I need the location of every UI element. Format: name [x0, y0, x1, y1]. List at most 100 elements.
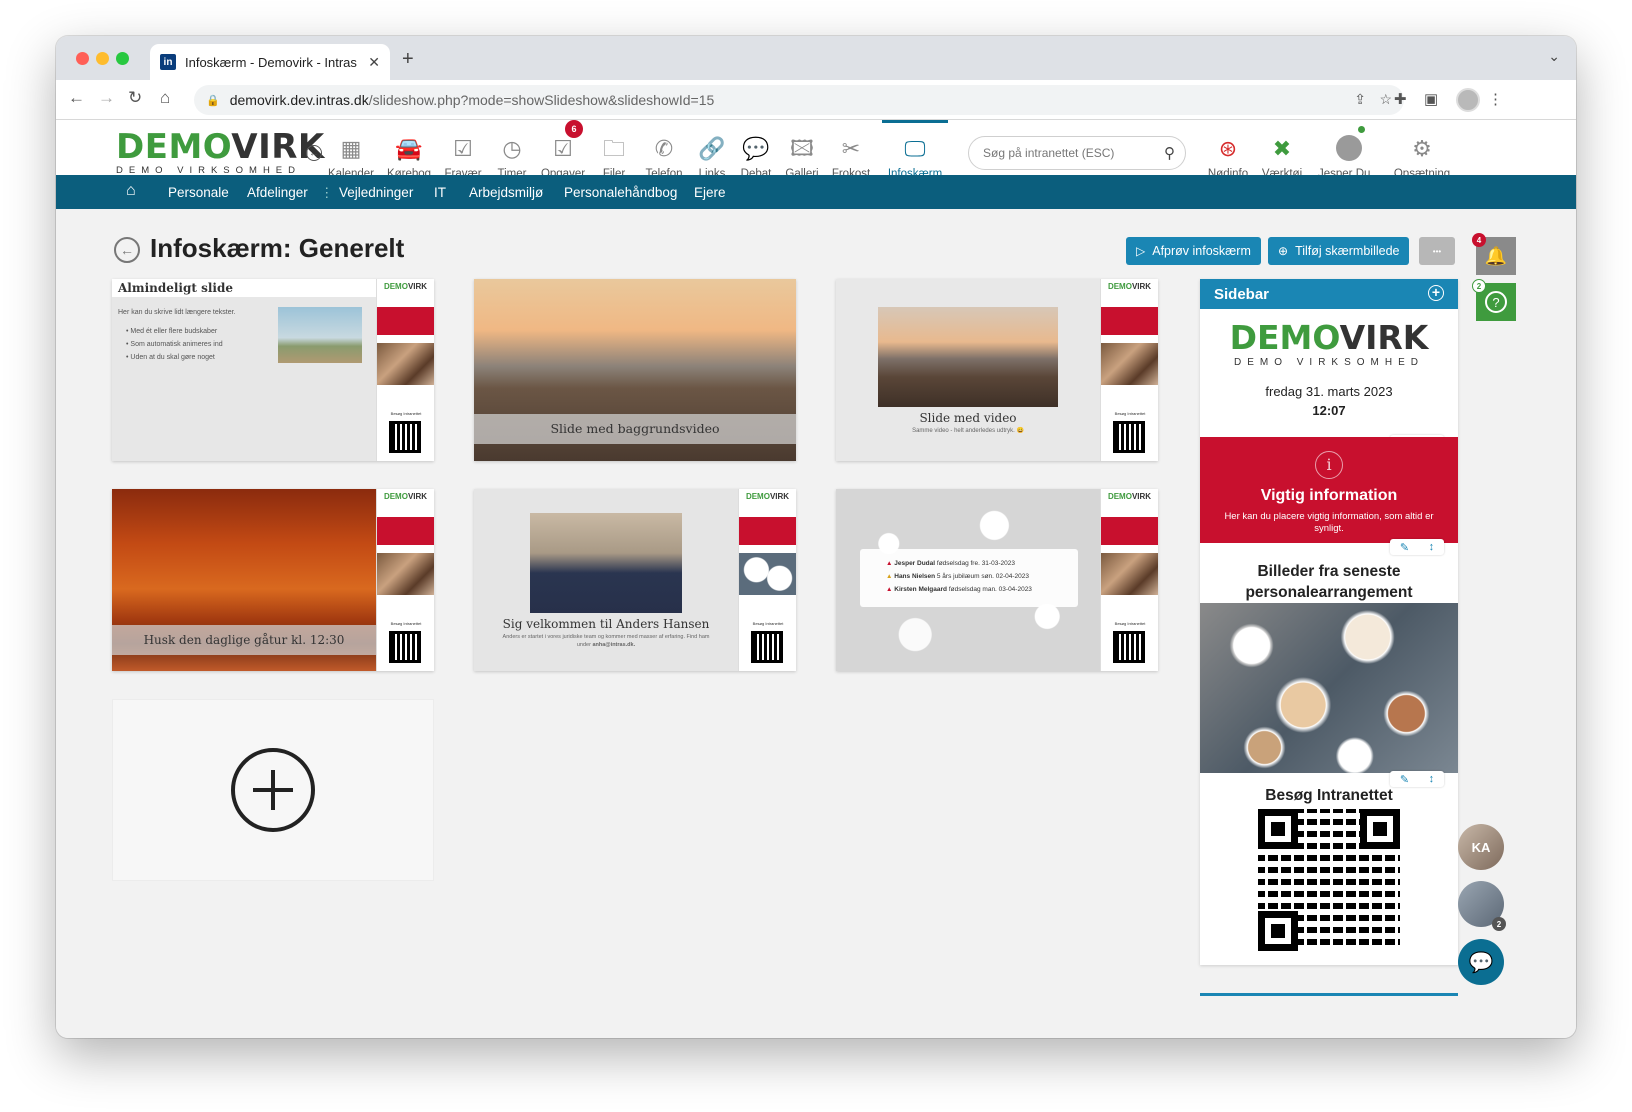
forward-arrow-icon[interactable]: →: [98, 88, 115, 108]
search-placeholder: Søg på intranettet (ESC): [983, 146, 1115, 160]
qr-code: [1258, 809, 1400, 951]
main-navigation: ⌂ Personale Afdelinger ⋮ Vejledninger IT…: [56, 175, 1576, 209]
user-avatar-icon: [1336, 135, 1362, 161]
back-arrow-icon[interactable]: ←: [68, 88, 85, 108]
help-icon: ?: [1485, 291, 1507, 313]
add-screen-button[interactable]: ⊕ Tilføj skærmbillede: [1268, 237, 1410, 265]
move-icon[interactable]: ↕: [1429, 541, 1435, 553]
cutlery-icon: ✂: [841, 136, 861, 161]
slide-caption: Slide med video: [919, 411, 1017, 425]
slide-sidebar-preview: DEMOVIRK Besøg Intranettet: [376, 279, 434, 461]
bell-icon: 🔔: [1484, 245, 1508, 266]
sidebar-logo: DEMOVIRK DEMO VIRKSOMHED: [1229, 318, 1429, 368]
slide-title: Almindeligt slide: [118, 281, 234, 295]
slide-card[interactable]: ▲ Jesper Dudal fødselsdag fre. 31-03-202…: [836, 489, 1158, 671]
group-chat-badge: 2: [1492, 917, 1506, 931]
search-input[interactable]: Søg på intranettet (ESC) ⚲: [968, 136, 1186, 170]
tab-list-chevron-icon[interactable]: ⌄: [1548, 48, 1560, 65]
browser-tab[interactable]: in Infoskærm - Demovirk - Intras ✕: [150, 44, 390, 80]
nav-item-personalehandbog[interactable]: Personalehåndbog: [564, 185, 677, 200]
sidebar-time: 12:07: [1312, 403, 1346, 418]
share-icon[interactable]: ⇪: [1354, 91, 1366, 108]
try-infoscreen-button[interactable]: ▷ Afprøv infoskærm: [1126, 237, 1261, 265]
zoom-window-button[interactable]: [116, 52, 129, 65]
nav-item-it[interactable]: IT: [434, 185, 446, 200]
chat-bubbles-icon: 💬: [1468, 951, 1494, 974]
nav-item-vejledninger[interactable]: Vejledninger: [339, 185, 413, 200]
search-icon[interactable]: ⚲: [1164, 144, 1175, 162]
link-icon: 🔗: [698, 136, 726, 161]
chat-button[interactable]: 💬: [1458, 939, 1504, 985]
add-circle-icon[interactable]: [231, 748, 315, 832]
new-tab-icon[interactable]: +: [402, 48, 414, 71]
help-badge: 2: [1472, 279, 1486, 293]
extensions-icon[interactable]: ✚: [1394, 90, 1407, 108]
slide-sidebar-preview: DEMOVIRK Besøg Intranettet: [738, 489, 796, 671]
slide-card[interactable]: Slide med video Samme video - helt ander…: [836, 279, 1158, 461]
profile-avatar[interactable]: [1456, 88, 1480, 112]
add-widget-icon[interactable]: +: [1428, 285, 1444, 301]
bullet-item: • Som automatisk animeres ind: [126, 341, 223, 348]
button-label: Afprøv infoskærm: [1152, 244, 1251, 258]
sidebar-date: fredag 31. marts 2023: [1265, 384, 1393, 399]
slide-card[interactable]: Almindeligt slide Her kan du skrive lidt…: [112, 279, 434, 461]
back-icon[interactable]: ←: [114, 237, 140, 263]
main-content: ← Infoskærm: Generelt ▷ Afprøv infoskærm …: [56, 209, 1576, 1038]
slide-image: [278, 307, 362, 363]
tasks-badge: 6: [565, 120, 583, 138]
user-chat-avatar[interactable]: KA: [1458, 824, 1504, 870]
events-list: ▲ Jesper Dudal fødselsdag fre. 31-03-202…: [860, 549, 1078, 607]
widget-tools: ✎↕: [1390, 539, 1444, 555]
url-field[interactable]: 🔒 demovirk.dev.intras.dk/slideshow.php?m…: [194, 85, 1404, 115]
home-icon[interactable]: ⌂: [160, 88, 170, 108]
lock-icon: 🔒: [206, 94, 220, 107]
image-icon: 🖾: [790, 136, 814, 161]
bullet-item: • Uden at du skal gøre noget: [126, 354, 215, 361]
bookmark-star-icon[interactable]: ☆: [1379, 91, 1392, 108]
chat-icon: 💬: [742, 136, 770, 161]
edit-icon[interactable]: ✎: [1400, 773, 1409, 786]
phone-icon: ✆: [654, 136, 674, 161]
lifebuoy-icon: ⊛: [1218, 136, 1238, 161]
slide-card[interactable]: Sig velkommen til Anders Hansen Anders e…: [474, 489, 796, 671]
slide-caption: Slide med baggrundsvideo: [550, 421, 720, 436]
browser-tab-bar: in Infoskærm - Demovirk - Intras ✕ + ⌄: [56, 36, 1576, 80]
close-tab-icon[interactable]: ✕: [368, 54, 380, 71]
slide-caption: Husk den daglige gåtur kl. 12:30: [143, 633, 345, 647]
home-icon[interactable]: ⌂: [126, 182, 136, 200]
company-logo[interactable]: DEMOVIRK DEMO VIRKSOMHED: [116, 130, 325, 176]
browser-menu-icon[interactable]: ⋮: [1488, 90, 1503, 108]
monitor-icon: 🖵: [904, 136, 926, 161]
slide-subtext: Samme video - helt anderledes udtryk. 😀: [912, 428, 1024, 434]
nav-item-personale[interactable]: Personale: [168, 185, 229, 200]
slide-text: Her kan du skrive lidt længere tekster.: [118, 309, 236, 316]
more-icon: •••: [1432, 246, 1442, 256]
slide-card[interactable]: Slide med baggrundsvideo: [474, 279, 796, 461]
nav-item-ejere[interactable]: Ejere: [694, 185, 726, 200]
car-icon: 🚘: [395, 136, 423, 161]
avatar-initials: KA: [1471, 839, 1491, 855]
info-title: Vigtig information: [1260, 487, 1398, 504]
trophy-icon: ▲: [886, 573, 893, 580]
tab-title: Infoskærm - Demovirk - Intras: [185, 54, 357, 70]
sidebar-bottom-bar: [1200, 993, 1458, 996]
nav-item-arbejdsmiljo[interactable]: Arbejdsmiljø: [469, 185, 543, 200]
slide-card[interactable]: Husk den daglige gåtur kl. 12:30 DEMOVIR…: [112, 489, 434, 671]
add-slide-card[interactable]: [112, 699, 434, 881]
reload-icon[interactable]: ↻: [128, 88, 142, 108]
info-text: Her kan du placere vigtig information, s…: [1224, 511, 1434, 534]
url-path: /slideshow.php?mode=showSlideshow&slides…: [368, 92, 715, 108]
folder-icon: 🗀: [602, 136, 625, 161]
collapse-arrow-icon[interactable]: ←: [306, 145, 322, 161]
slide-portrait-image: [530, 513, 682, 613]
qr-title: Besøg Intranettet: [1265, 787, 1393, 804]
move-icon[interactable]: ↕: [1429, 773, 1435, 785]
nav-item-afdelinger[interactable]: Afdelinger: [247, 185, 308, 200]
more-options-button[interactable]: •••: [1419, 237, 1455, 265]
close-window-button[interactable]: [76, 52, 89, 65]
edit-icon[interactable]: ✎: [1400, 541, 1409, 554]
minimize-window-button[interactable]: [96, 52, 109, 65]
side-panel-icon[interactable]: ▣: [1424, 90, 1438, 108]
info-widget: i Vigtig information Her kan du placere …: [1200, 437, 1458, 543]
slide-caption: Sig velkommen til Anders Hansen: [502, 617, 710, 631]
